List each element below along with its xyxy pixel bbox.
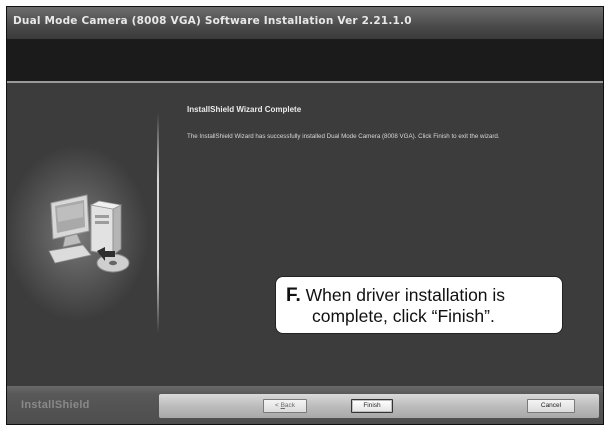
callout-line-1: When driver installation is	[305, 285, 506, 305]
wizard-message: The InstallShield Wizard has successfull…	[187, 133, 500, 140]
header-band	[7, 39, 603, 81]
wizard-side-panel	[7, 83, 159, 386]
callout-text: F. When driver installation is complete,…	[286, 285, 558, 327]
instruction-callout: F. When driver installation is complete,…	[275, 276, 563, 334]
back-button[interactable]: < Back	[263, 399, 307, 413]
computer-install-icon	[48, 194, 130, 273]
window-title: Dual Mode Camera (8008 VGA) Software Ins…	[13, 15, 412, 27]
callout-line-2: complete, click “Finish”.	[312, 306, 495, 326]
installshield-logo: InstallShield	[21, 399, 90, 411]
installer-window: Dual Mode Camera (8008 VGA) Software Ins…	[6, 6, 604, 425]
cancel-button[interactable]: Cancel	[527, 399, 575, 413]
title-bar: Dual Mode Camera (8008 VGA) Software Ins…	[7, 7, 603, 39]
back-button-rest: ack	[284, 402, 296, 409]
finish-button[interactable]: Finish	[351, 399, 393, 413]
panel-divider	[157, 113, 159, 333]
wizard-heading: InstallShield Wizard Complete	[187, 105, 302, 114]
wizard-content: InstallShield Wizard Complete The Instal…	[7, 83, 603, 386]
screenshot-frame: Dual Mode Camera (8008 VGA) Software Ins…	[0, 0, 610, 431]
wizard-footer: InstallShield < Back Finish Cancel	[7, 386, 603, 424]
callout-step-letter: F.	[286, 285, 301, 306]
